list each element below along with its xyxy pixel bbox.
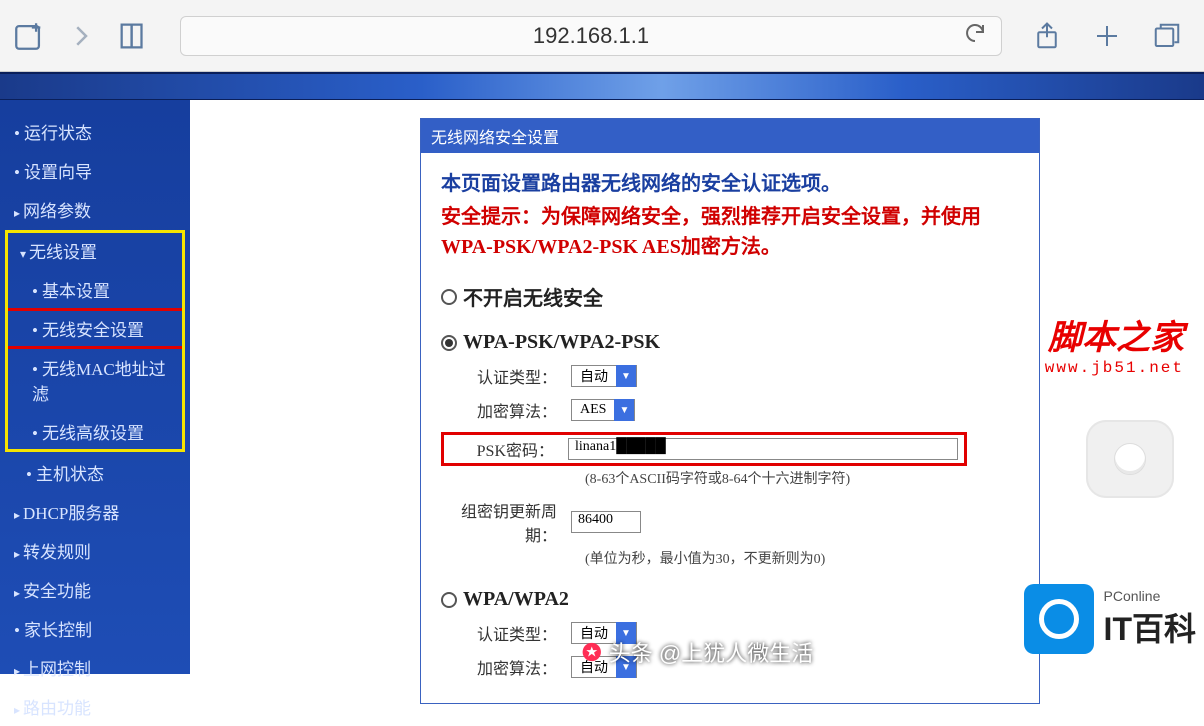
url-text: 192.168.1.1 xyxy=(533,23,649,49)
nav-host-status[interactable]: •主机状态 xyxy=(0,453,190,492)
chevron-down-icon[interactable]: ▼ xyxy=(616,365,636,387)
nav-network[interactable]: 网络参数 xyxy=(0,190,190,229)
radio-icon[interactable] xyxy=(441,335,457,351)
browser-toolbar: 192.168.1.1 xyxy=(0,0,1204,72)
nav-dhcp[interactable]: DHCP服务器 xyxy=(0,492,190,531)
label-group-key: 组密钥更新周期： xyxy=(441,498,571,546)
search-icon xyxy=(1024,584,1094,654)
select-encryption[interactable]: AES ▼ xyxy=(571,399,635,421)
nav-wireless-mac[interactable]: •无线MAC地址过滤 xyxy=(6,348,184,412)
watermark-jb51: 脚本之家 www.jb51.net xyxy=(1045,310,1184,377)
intro-text: 本页面设置路由器无线网络的安全认证选项。 xyxy=(441,167,1019,196)
watermark-author: 头条 @上犹人微生活 xyxy=(581,636,813,668)
warning-text: 安全提示：为保障网络安全，强烈推荐开启安全设置，并使用WPA-PSK/WPA2-… xyxy=(441,202,1019,262)
nav-wizard[interactable]: •设置向导 xyxy=(0,151,190,190)
option-wpa-psk[interactable]: WPA-PSK/WPA2-PSK xyxy=(441,331,1019,354)
camera-widget[interactable] xyxy=(1086,420,1174,498)
input-group-key-period[interactable]: 86400 xyxy=(571,511,641,533)
url-bar[interactable]: 192.168.1.1 xyxy=(180,16,1002,56)
label-psk: PSK密码： xyxy=(444,437,568,461)
share-icon[interactable] xyxy=(1032,21,1062,51)
refresh-icon[interactable] xyxy=(963,21,987,51)
select-auth-type[interactable]: 自动 ▼ xyxy=(571,365,637,387)
label-encryption: 加密算法： xyxy=(441,398,571,422)
bookmarks-icon[interactable] xyxy=(116,19,150,53)
label-encryption-2: 加密算法： xyxy=(441,655,571,679)
label-auth-type-2: 认证类型： xyxy=(441,621,571,645)
add-bookmark-icon[interactable] xyxy=(12,19,46,53)
chevron-down-icon[interactable]: ▼ xyxy=(614,399,634,421)
nav-routing[interactable]: 路由功能 xyxy=(0,687,190,726)
nav-wireless[interactable]: 无线设置 xyxy=(6,231,184,270)
nav-parental[interactable]: •家长控制 xyxy=(0,609,190,648)
input-psk-password[interactable]: linana1█████ xyxy=(568,438,958,460)
label-auth-type: 认证类型： xyxy=(441,364,571,388)
tabs-icon[interactable] xyxy=(1152,21,1182,51)
watermark-pconline: PConline IT百科 xyxy=(1024,584,1196,654)
nav-status[interactable]: •运行状态 xyxy=(0,112,190,151)
panel-title: 无线网络安全设置 xyxy=(421,119,1039,153)
new-tab-icon[interactable] xyxy=(1092,21,1122,51)
psk-row-highlight: PSK密码： linana1█████ xyxy=(441,432,967,466)
wireless-security-panel: 无线网络安全设置 本页面设置路由器无线网络的安全认证选项。 安全提示：为保障网络… xyxy=(420,118,1040,704)
option-wpa[interactable]: WPA/WPA2 xyxy=(441,588,1019,611)
radio-icon[interactable] xyxy=(441,289,457,305)
forward-icon[interactable] xyxy=(66,21,96,51)
nav-security[interactable]: 安全功能 xyxy=(0,570,190,609)
nav-wireless-group-highlight: 无线设置 •基本设置 •无线安全设置 •无线MAC地址过滤 •无线高级设置 xyxy=(6,231,184,451)
option-disable-security[interactable]: 不开启无线安全 xyxy=(441,282,1019,311)
router-banner xyxy=(0,72,1204,100)
hint-group-key: (单位为秒，最小值为30，不更新则为0) xyxy=(585,548,1019,568)
hint-psk: (8-63个ASCII码字符或8-64个十六进制字符) xyxy=(585,468,1019,488)
nav-access[interactable]: 上网控制 xyxy=(0,648,190,687)
radio-icon[interactable] xyxy=(441,592,457,608)
nav-wireless-basic[interactable]: •基本设置 xyxy=(6,270,184,309)
nav-wireless-adv[interactable]: •无线高级设置 xyxy=(6,412,184,451)
nav-wireless-security[interactable]: •无线安全设置 xyxy=(6,309,184,348)
nav-sidebar: •运行状态 •设置向导 网络参数 无线设置 •基本设置 •无线安全设置 •无线M… xyxy=(0,100,190,674)
nav-forward[interactable]: 转发规则 xyxy=(0,531,190,570)
